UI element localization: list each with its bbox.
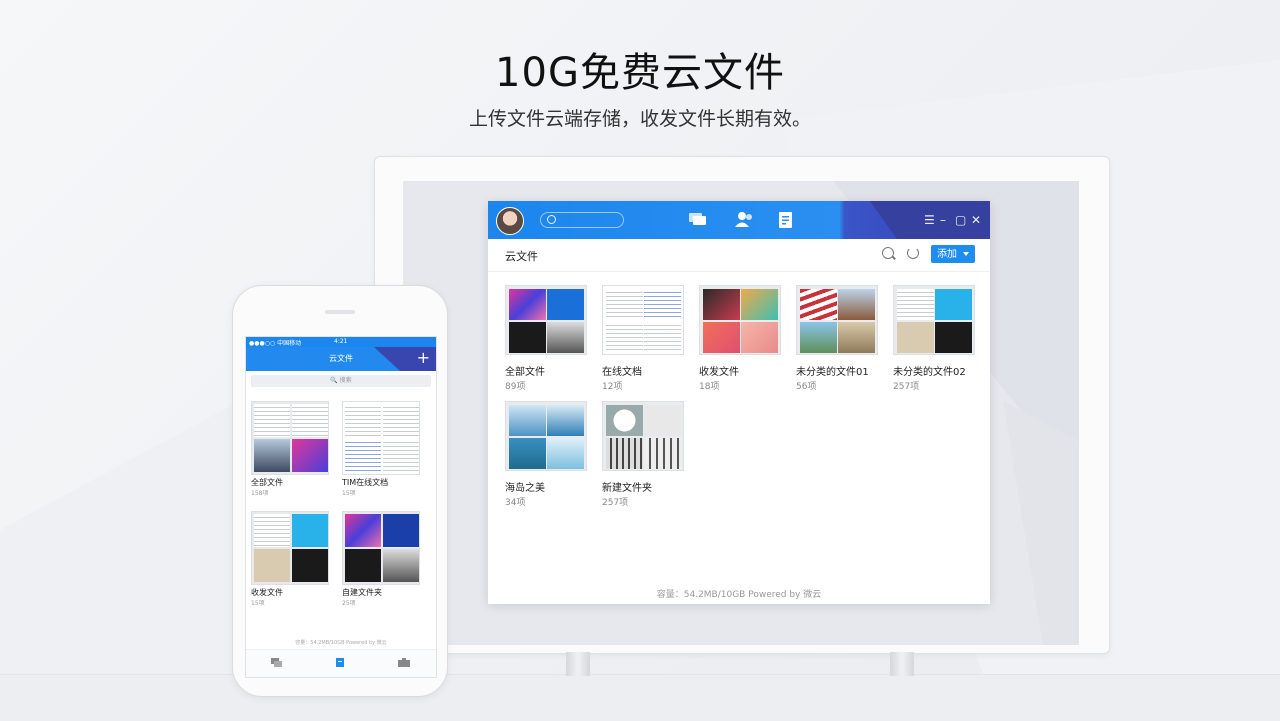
folder-count: 34项	[505, 498, 526, 508]
folder-item[interactable]: 未分类的文件01 56项	[796, 285, 880, 392]
storage-footer: 容量：54.2MB/10GB Powered by 微云	[295, 640, 387, 646]
chevron-down-icon	[963, 252, 969, 256]
phone-speaker	[325, 310, 355, 314]
search-input[interactable]: 🔍 搜索	[251, 375, 431, 387]
title-bar-accent	[870, 201, 990, 239]
floor	[0, 674, 1280, 721]
refresh-icon[interactable]	[907, 247, 919, 259]
folder-count: 158项	[251, 490, 269, 497]
folder-count: 15项	[251, 600, 265, 607]
close-icon[interactable]: ✕	[971, 213, 981, 227]
folder-thumbnail	[893, 285, 975, 355]
search-icon[interactable]	[882, 247, 894, 259]
folder-thumbnail	[251, 401, 329, 475]
phone-screen: ●●●○○ 中国移动 4:21 云文件 + 🔍 搜索 全部文件 158项 TIM…	[245, 336, 437, 678]
phone-frame: ●●●○○ 中国移动 4:21 云文件 + 🔍 搜索 全部文件 158项 TIM…	[232, 285, 448, 697]
folder-name: 在线文档	[602, 367, 642, 378]
folder-thumbnail	[602, 401, 684, 471]
folder-thumbnail	[505, 285, 587, 355]
folder-item[interactable]: 全部文件 158项	[251, 401, 331, 497]
maximize-icon[interactable]: ▢	[955, 213, 966, 227]
chat-icon[interactable]	[688, 211, 708, 229]
folder-thumbnail	[796, 285, 878, 355]
folder-item[interactable]: 收发文件 15项	[251, 511, 331, 607]
search-icon	[547, 215, 556, 224]
folder-item[interactable]: 未分类的文件02 257项	[893, 285, 977, 392]
monitor-stand-left	[566, 652, 590, 676]
status-time: 4:21	[334, 338, 348, 345]
folder-item[interactable]: TIM在线文档 15项	[342, 401, 422, 497]
folder-name: 收发文件	[699, 367, 739, 378]
folder-name: 全部文件	[505, 367, 545, 378]
folder-thumbnail	[342, 401, 420, 475]
folder-name: 自建文件夹	[342, 588, 382, 597]
hero-subtitle: 上传文件云端存储，收发文件长期有效。	[468, 108, 811, 130]
minimize-icon[interactable]: –	[940, 213, 946, 227]
contacts-icon[interactable]	[734, 211, 754, 229]
folder-thumbnail	[505, 401, 587, 471]
phone-header: 云文件 +	[246, 347, 436, 371]
folder-thumbnail	[699, 285, 781, 355]
phone-title: 云文件	[329, 354, 353, 363]
chat-icon[interactable]	[271, 658, 283, 667]
folder-thumbnail	[342, 511, 420, 585]
folder-count: 25项	[342, 600, 356, 607]
toolbar: 云文件 添加	[488, 239, 990, 272]
status-bar: ●●●○○ 中国移动 4:21	[246, 337, 436, 347]
folder-thumbnail	[251, 511, 329, 585]
folder-count: 18项	[699, 382, 720, 392]
folder-count: 257项	[602, 498, 629, 508]
files-icon[interactable]	[776, 211, 796, 229]
folder-name: 新建文件夹	[602, 483, 652, 494]
add-icon[interactable]: +	[417, 349, 430, 367]
folder-item[interactable]: 海岛之美 34项	[505, 401, 589, 508]
folder-count: 56项	[796, 382, 817, 392]
files-icon[interactable]	[335, 658, 347, 667]
folder-name: 未分类的文件02	[893, 367, 966, 378]
folder-name: 未分类的文件01	[796, 367, 869, 378]
folder-name: 海岛之美	[505, 483, 545, 494]
folder-item[interactable]: 在线文档 12项	[602, 285, 686, 392]
title-bar: ☰ – ▢ ✕	[488, 201, 990, 239]
folder-item[interactable]: 新建文件夹 257项	[602, 401, 686, 508]
folder-name: TIM在线文档	[342, 478, 389, 487]
folder-item[interactable]: 自建文件夹 25项	[342, 511, 422, 607]
toolbox-icon[interactable]	[398, 658, 410, 667]
cloud-file-window: ☰ – ▢ ✕ 云文件 添加 全部文件 89项 在线文档 12项 收发文件 18…	[488, 201, 990, 604]
monitor-stand-right	[890, 652, 914, 676]
folder-count: 89项	[505, 382, 526, 392]
folder-count: 15项	[342, 490, 356, 497]
avatar[interactable]	[496, 207, 524, 235]
folder-item[interactable]: 全部文件 89项	[505, 285, 589, 392]
folder-count: 12项	[602, 382, 623, 392]
folder-name: 收发文件	[251, 588, 283, 597]
tab-bar	[246, 649, 436, 677]
add-button-label: 添加	[937, 249, 957, 260]
folder-name: 全部文件	[251, 478, 283, 487]
folder-item[interactable]: 收发文件 18项	[699, 285, 783, 392]
add-button[interactable]: 添加	[931, 245, 975, 263]
hero-title: 10G免费云文件	[495, 50, 785, 96]
folder-thumbnail	[602, 285, 684, 355]
page-title: 云文件	[505, 250, 538, 263]
carrier-label: ●●●○○ 中国移动	[249, 340, 302, 347]
folder-count: 257项	[893, 382, 920, 392]
search-input[interactable]	[540, 212, 624, 228]
storage-footer: 容量：54.2MB/10GB Powered by 微云	[656, 590, 822, 600]
menu-icon[interactable]: ☰	[924, 213, 935, 227]
